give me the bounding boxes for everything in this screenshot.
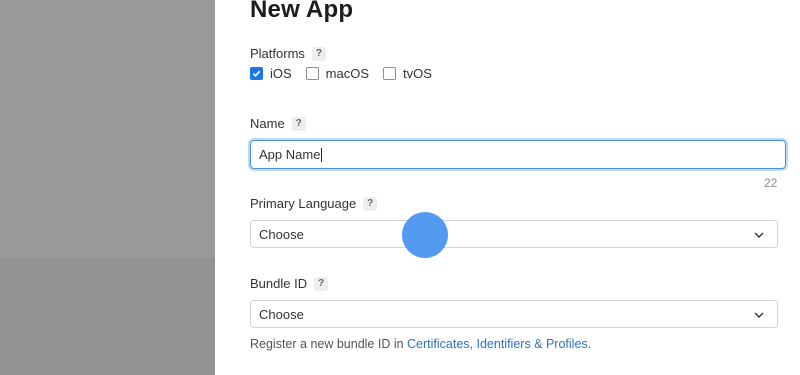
primary-language-label: Primary Language [250, 196, 357, 211]
pointer-indicator [402, 212, 448, 258]
name-label: Name [250, 116, 285, 131]
platforms-label-row: Platforms ? [250, 46, 326, 61]
platform-ios-option[interactable]: iOS [250, 66, 292, 81]
page-title: New App [250, 0, 354, 23]
name-help-icon[interactable]: ? [291, 116, 306, 131]
platforms-label: Platforms [250, 46, 305, 61]
modal-backdrop-shade [0, 258, 215, 375]
bundle-id-select[interactable]: Choose [250, 300, 778, 328]
name-character-counter: 22 [764, 176, 778, 190]
platform-tvos-label: tvOS [403, 66, 432, 81]
platform-ios-checkbox[interactable] [250, 67, 263, 80]
primary-language-label-row: Primary Language ? [250, 196, 378, 211]
primary-language-select[interactable]: Choose [250, 220, 778, 248]
platform-tvos-option[interactable]: tvOS [383, 66, 432, 81]
platform-tvos-checkbox[interactable] [383, 67, 397, 80]
bundle-id-selected: Choose [259, 306, 304, 322]
primary-language-selected: Choose [259, 226, 304, 242]
new-app-panel: New App Platforms ? iOS macOS tvOS Name … [215, 0, 800, 375]
platform-macos-label: macOS [325, 66, 370, 81]
app-name-value: App Name [259, 147, 321, 162]
primary-language-help-icon[interactable]: ? [363, 196, 378, 211]
chevron-down-icon [754, 232, 764, 238]
text-caret [321, 147, 323, 162]
certificates-link[interactable]: Certificates, Identifiers & Profiles [407, 337, 588, 351]
platforms-group: iOS macOS tvOS [250, 66, 446, 81]
chevron-down-icon [754, 312, 764, 318]
bundle-id-label: Bundle ID [250, 276, 308, 291]
platform-ios-label: iOS [270, 66, 292, 81]
bundle-id-hint: Register a new bundle ID in Certificates… [250, 337, 591, 351]
checkmark-icon [252, 70, 261, 78]
name-label-row: Name ? [250, 116, 306, 131]
bundle-id-hint-suffix: . [587, 337, 592, 351]
platform-macos-option[interactable]: macOS [305, 66, 370, 81]
platforms-help-icon[interactable]: ? [311, 46, 326, 61]
platform-macos-checkbox[interactable] [305, 67, 319, 80]
bundle-id-help-icon[interactable]: ? [314, 276, 329, 291]
app-name-input[interactable]: App Name [250, 140, 786, 169]
bundle-id-label-row: Bundle ID ? [250, 276, 329, 291]
bundle-id-hint-prefix: Register a new bundle ID in [250, 337, 408, 351]
